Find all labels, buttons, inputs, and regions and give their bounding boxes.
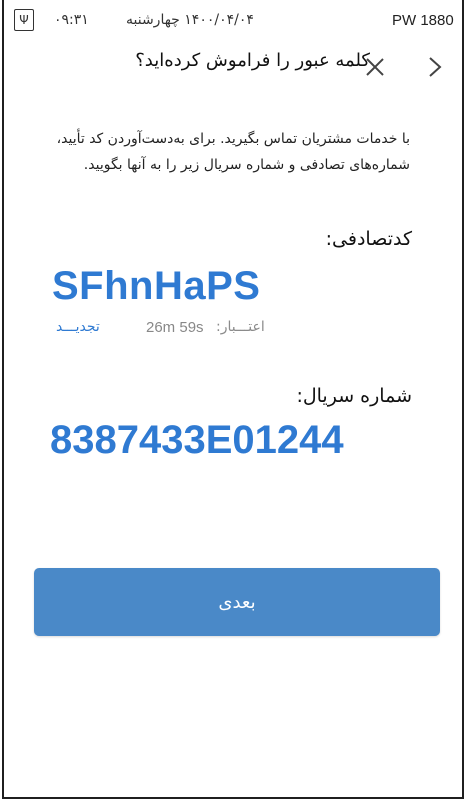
close-icon[interactable] <box>362 54 388 80</box>
validity-time: 26m 59s <box>146 319 204 336</box>
instructions-text: با خدمات مشتریان تماس بگیرید. برای به‌دس… <box>56 131 410 173</box>
status-time: ۰۹:۳۱ <box>54 12 89 28</box>
refresh-link[interactable]: تجدیـــد <box>56 319 100 335</box>
next-button[interactable]: بعدی <box>34 568 440 636</box>
validity-row: تجدیـــد 26m 59s اعتـــبار: <box>56 319 342 343</box>
status-bar: Ψ ۰۹:۳۱ ۱۴۰۰/۰۴/۰۴ چهارشنبه PW 1880 <box>4 0 462 46</box>
status-date: ۱۴۰۰/۰۴/۰۴ چهارشنبه <box>126 12 254 28</box>
sim-icon: Ψ <box>14 9 34 31</box>
header: کلمه عبور را فراموش کرده‌اید؟ <box>4 46 462 98</box>
page-title: کلمه عبور را فراموش کرده‌اید؟ <box>135 50 370 71</box>
validity-label: اعتـــبار: <box>216 319 265 335</box>
serial-number: 8387433E01244 <box>50 418 344 462</box>
random-code-label: کدتصادفی: <box>325 228 412 250</box>
serial-label: شماره سریال: <box>296 385 412 407</box>
random-code-value: SFhnHaPS <box>52 264 261 308</box>
device-model: PW 1880 <box>392 12 454 29</box>
chevron-right-icon[interactable] <box>424 54 446 80</box>
screen: Ψ ۰۹:۳۱ ۱۴۰۰/۰۴/۰۴ چهارشنبه PW 1880 کلمه… <box>2 0 464 799</box>
